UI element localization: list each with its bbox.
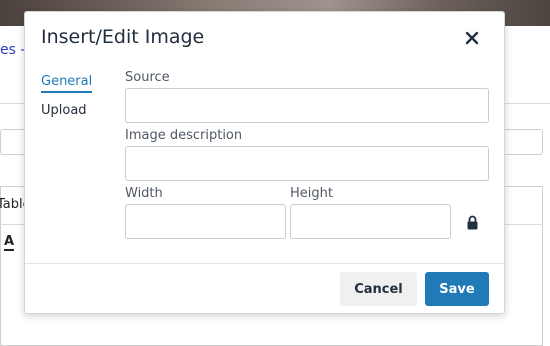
source-label: Source bbox=[125, 70, 170, 85]
dialog-tabs: General Upload bbox=[41, 70, 93, 129]
tab-general[interactable]: General bbox=[41, 73, 93, 93]
save-button[interactable]: Save bbox=[425, 272, 489, 306]
image-description-label: Image description bbox=[125, 128, 243, 143]
close-icon bbox=[465, 31, 479, 45]
lock-icon bbox=[467, 215, 477, 229]
background-text-color-button: A bbox=[4, 234, 15, 251]
tab-upload[interactable]: Upload bbox=[41, 102, 92, 120]
image-description-input[interactable] bbox=[125, 146, 489, 181]
source-input[interactable] bbox=[125, 88, 489, 123]
constrain-proportions-toggle[interactable] bbox=[463, 211, 481, 233]
width-input[interactable] bbox=[125, 204, 286, 239]
height-input[interactable] bbox=[290, 204, 451, 239]
dialog-title: Insert/Edit Image bbox=[41, 26, 205, 48]
width-label: Width bbox=[125, 186, 163, 201]
height-label: Height bbox=[290, 186, 333, 201]
insert-edit-image-dialog: Insert/Edit Image General Upload Source … bbox=[24, 11, 505, 314]
close-button[interactable] bbox=[459, 25, 485, 51]
background-link: es - bbox=[0, 42, 26, 58]
cancel-button[interactable]: Cancel bbox=[340, 272, 417, 306]
footer-divider bbox=[25, 263, 504, 264]
